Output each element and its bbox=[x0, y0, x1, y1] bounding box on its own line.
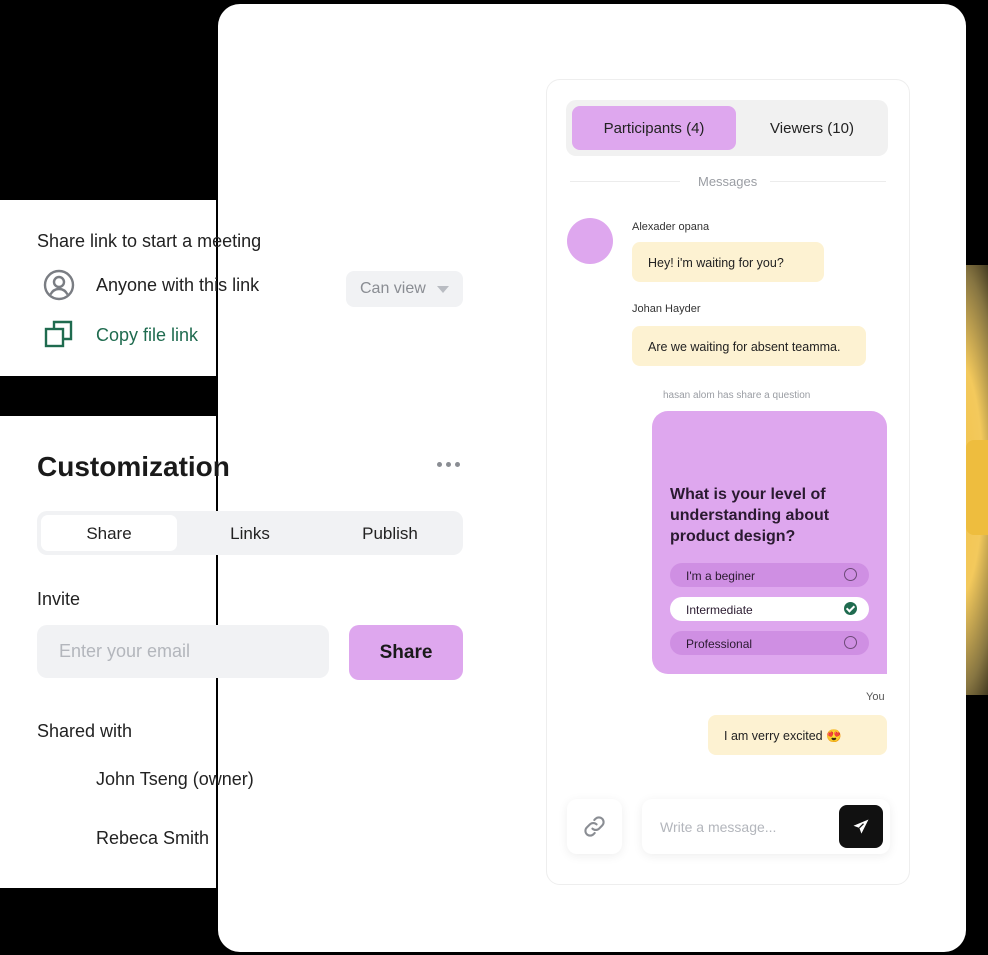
more-horizontal-icon[interactable] bbox=[437, 462, 463, 468]
my-message-bubble: I am verry excited 😍 bbox=[708, 715, 887, 755]
attach-link-button[interactable] bbox=[567, 799, 622, 854]
system-note: hasan alom has share a question bbox=[663, 390, 811, 401]
avatar[interactable] bbox=[567, 218, 613, 264]
check-icon bbox=[844, 602, 857, 615]
tab-links[interactable]: Links bbox=[182, 515, 318, 551]
send-icon bbox=[853, 819, 869, 834]
send-button[interactable] bbox=[839, 805, 883, 848]
shared-user-item: John Tseng (owner) bbox=[96, 769, 254, 789]
customization-title: Customization bbox=[37, 451, 230, 482]
shared-with-label: Shared with bbox=[37, 721, 133, 741]
divider bbox=[770, 181, 886, 182]
message-sender: Johan Hayder bbox=[632, 303, 701, 315]
share-button[interactable]: Share bbox=[349, 625, 463, 680]
messages-section-label: Messages bbox=[698, 174, 758, 189]
caret-down-icon bbox=[437, 286, 449, 293]
tab-viewers[interactable]: Viewers (10) bbox=[730, 106, 894, 150]
shared-user-item: Rebeca Smith bbox=[96, 828, 210, 848]
poll-option[interactable]: I'm a beginer bbox=[670, 563, 869, 587]
decorative-yellow-notch bbox=[966, 440, 988, 535]
you-label: You bbox=[866, 691, 885, 703]
tab-publish[interactable]: Publish bbox=[322, 515, 458, 551]
permission-dropdown[interactable]: Can view bbox=[346, 271, 463, 307]
poll-option-label: Professional bbox=[686, 637, 753, 651]
share-link-title: Share link to start a meeting bbox=[37, 231, 262, 251]
radio-icon bbox=[844, 636, 857, 649]
message-bubble: Are we waiting for absent teamma. bbox=[632, 326, 866, 366]
question-text: What is your level of understanding abou… bbox=[670, 486, 830, 545]
divider bbox=[570, 181, 680, 182]
permission-value: Can view bbox=[360, 280, 426, 297]
poll-option-label: I'm a beginer bbox=[686, 569, 755, 583]
copy-icon[interactable] bbox=[44, 320, 74, 350]
email-field[interactable] bbox=[37, 625, 329, 678]
poll-option-label: Intermediate bbox=[686, 603, 753, 617]
user-circle-icon bbox=[43, 269, 75, 301]
link-access-text: Anyone with this link bbox=[96, 275, 260, 295]
chat-tabs: Participants (4) Viewers (10) bbox=[566, 100, 888, 156]
poll-option[interactable]: Intermediate bbox=[670, 597, 869, 621]
copy-file-link[interactable]: Copy file link bbox=[96, 325, 198, 346]
message-sender: Alexader opana bbox=[632, 221, 710, 233]
customization-tabs: Share Links Publish bbox=[37, 511, 463, 555]
tab-share[interactable]: Share bbox=[41, 515, 177, 551]
message-input[interactable] bbox=[660, 816, 830, 838]
radio-icon bbox=[844, 568, 857, 581]
link-icon bbox=[584, 816, 605, 837]
message-bubble: Hey! i'm waiting for you? bbox=[632, 242, 824, 282]
poll-option[interactable]: Professional bbox=[670, 631, 869, 655]
invite-label: Invite bbox=[37, 589, 81, 609]
tab-participants[interactable]: Participants (4) bbox=[572, 106, 736, 150]
